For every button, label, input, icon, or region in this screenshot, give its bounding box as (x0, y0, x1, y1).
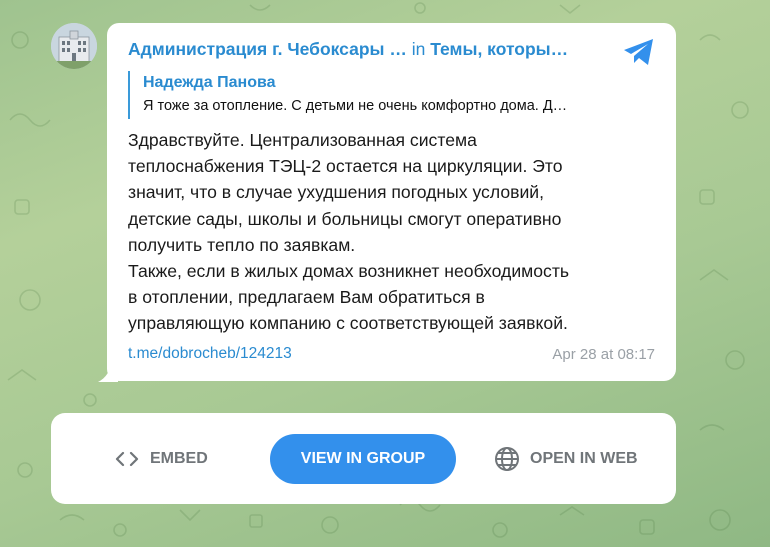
channel-avatar[interactable] (51, 23, 97, 69)
message-paragraph: Здравствуйте. Централизованная система т… (128, 130, 563, 255)
telegram-icon[interactable] (622, 37, 656, 67)
in-word: in (411, 39, 426, 59)
reply-text: Я тоже за отопление. С детьми не очень к… (143, 98, 568, 114)
message-header: Администрация г. Чебоксары … in Темы, ко… (128, 39, 608, 60)
action-bar: EMBED VIEW IN GROUP OPEN IN WEB (51, 413, 676, 504)
embed-code-icon (115, 451, 139, 467)
message-paragraph: Также, если в жилых домах возникнет необ… (128, 261, 570, 334)
open-in-web-label: OPEN IN WEB (530, 450, 638, 467)
embed-button[interactable]: EMBED (114, 441, 208, 477)
channel-name-link[interactable]: Администрация г. Чебоксары … (128, 39, 407, 59)
view-in-group-label: VIEW IN GROUP (300, 450, 426, 467)
open-in-web-button[interactable]: OPEN IN WEB (494, 441, 638, 477)
view-in-group-button[interactable]: VIEW IN GROUP (270, 434, 456, 484)
message-bubble: Администрация г. Чебоксары … in Темы, ко… (107, 23, 676, 381)
reply-quote[interactable]: Надежда Панова Я тоже за отопление. С де… (128, 71, 655, 119)
message-text: Здравствуйте. Централизованная система т… (128, 127, 658, 337)
message-timestamp: Apr 28 at 08:17 (552, 346, 655, 363)
reply-author: Надежда Панова (143, 74, 276, 91)
topic-name-link[interactable]: Темы, которы… (430, 39, 568, 59)
embed-label: EMBED (150, 450, 208, 467)
building-photo-icon (51, 23, 97, 69)
post-link[interactable]: t.me/dobrocheb/124213 (128, 345, 292, 363)
globe-icon (495, 447, 519, 471)
